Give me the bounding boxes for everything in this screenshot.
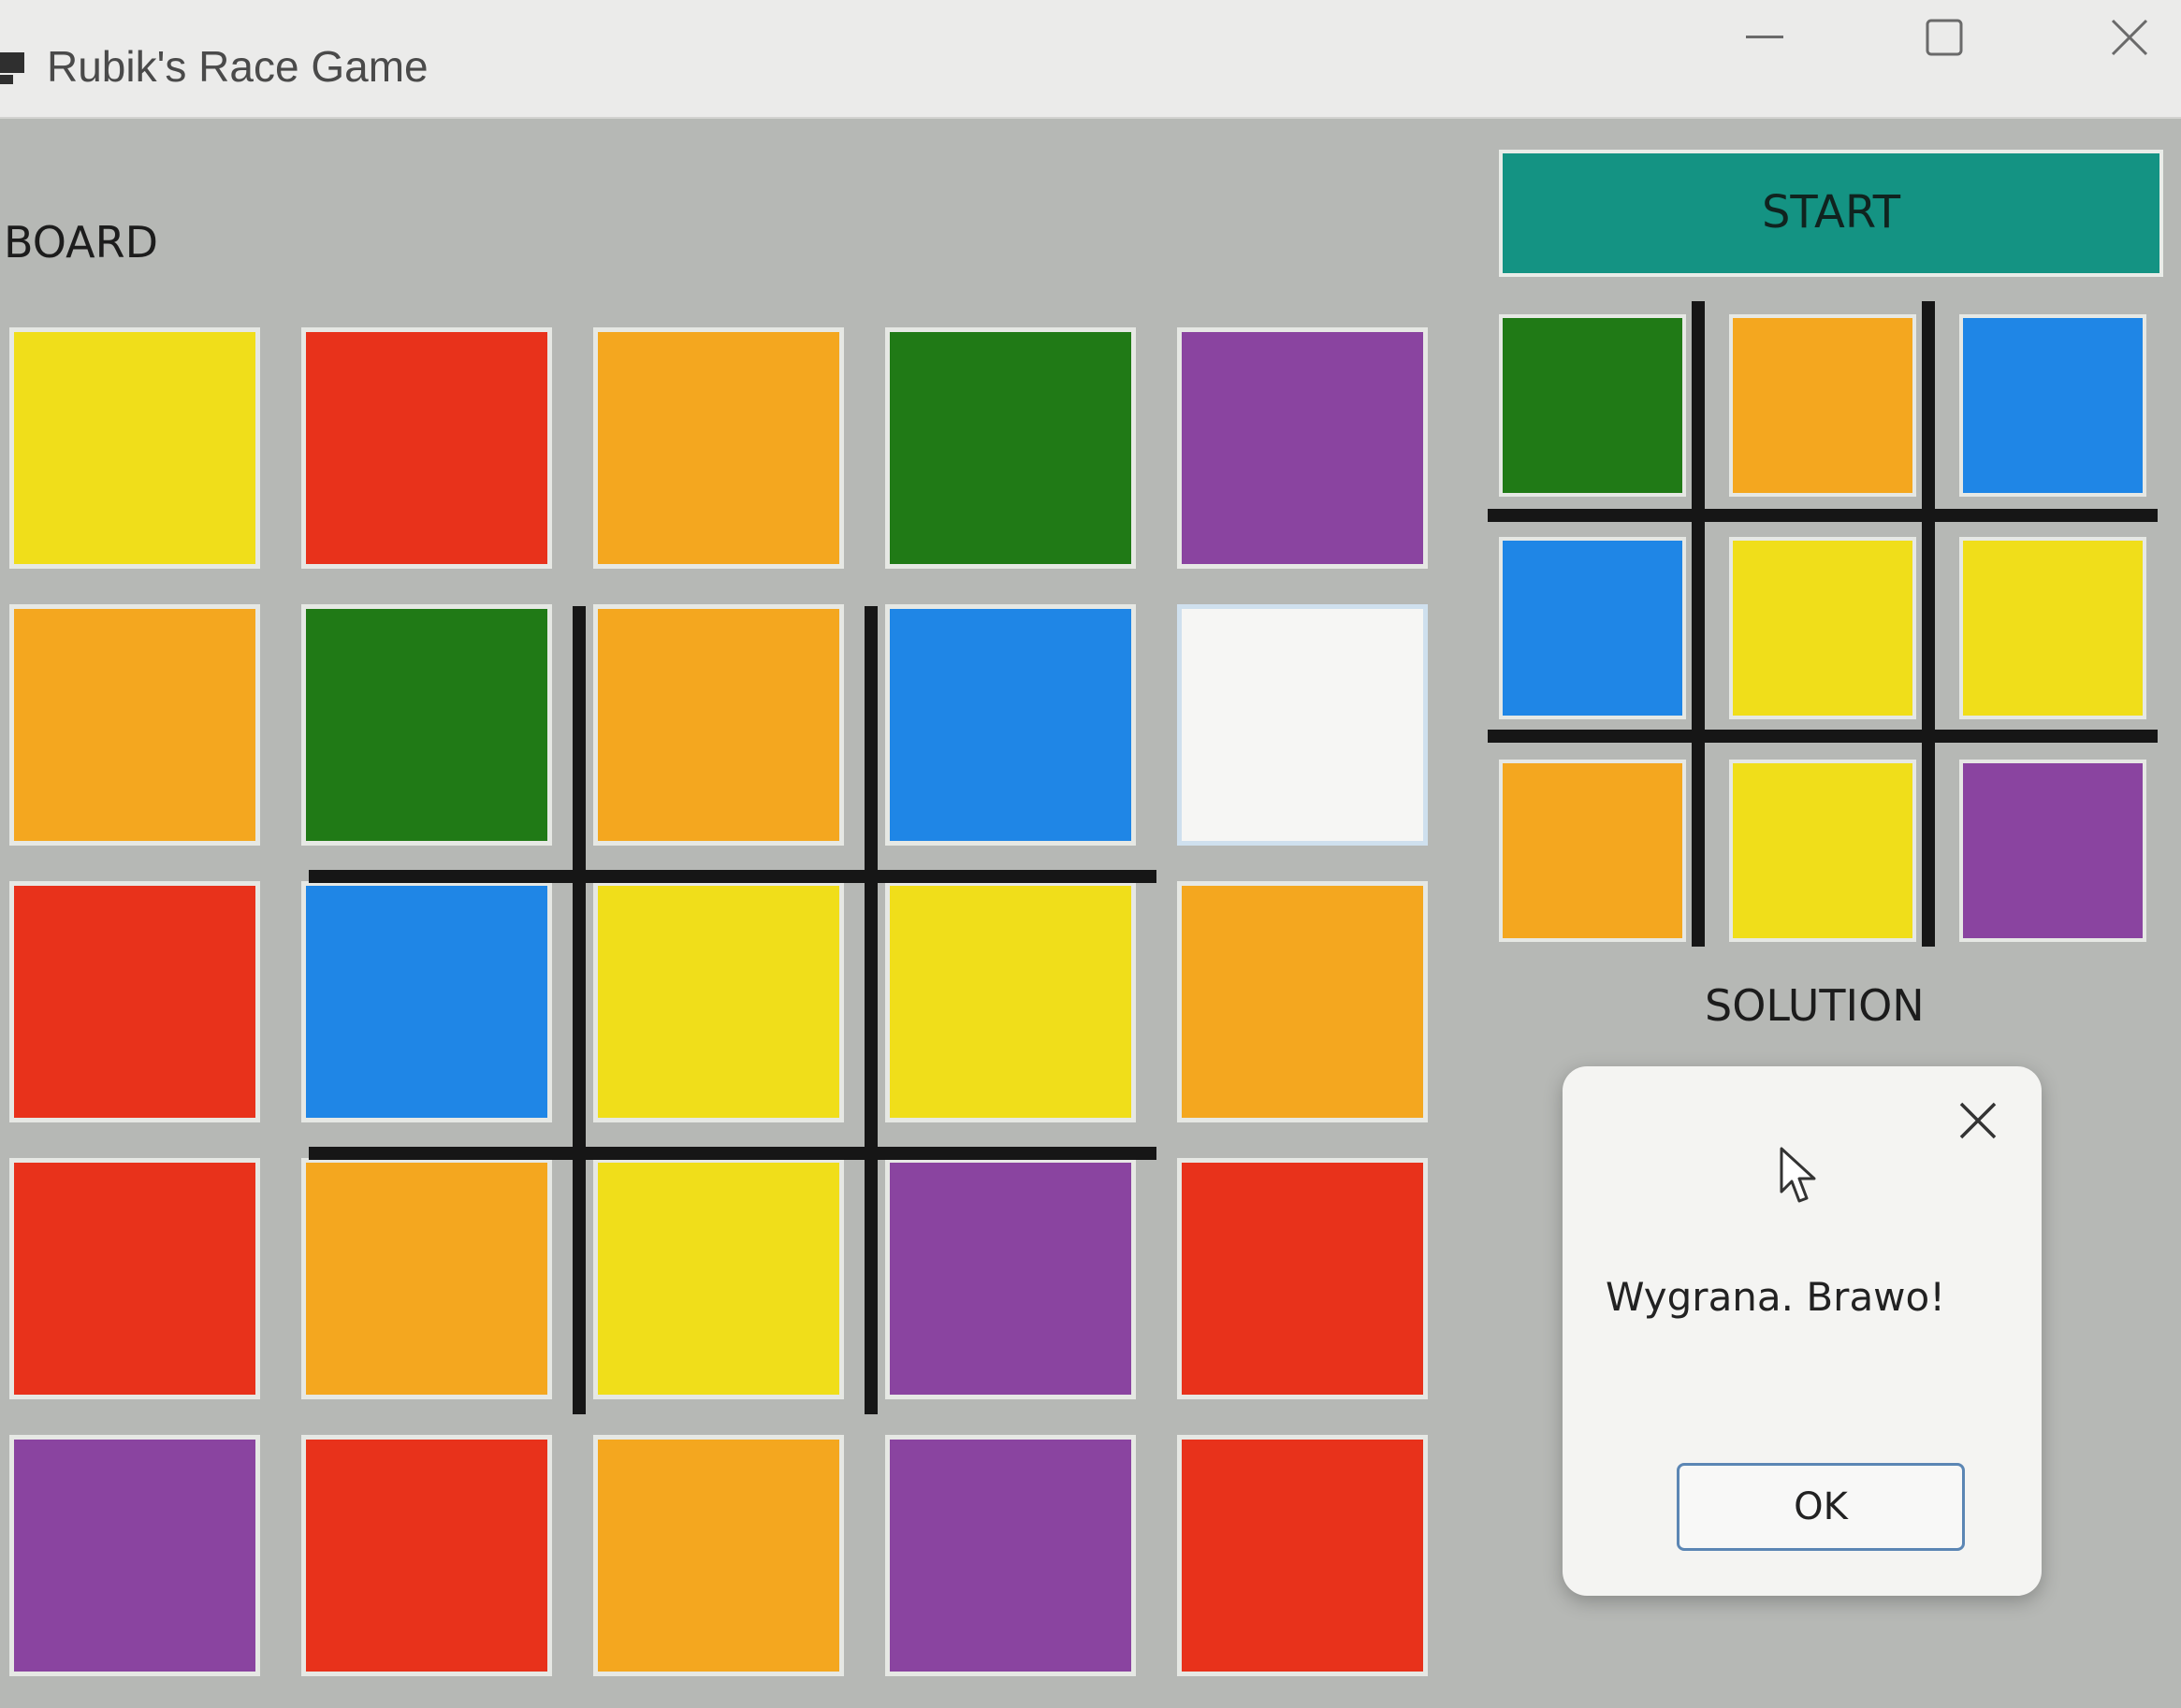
maximize-button[interactable] (1869, 0, 2019, 75)
board-tile-orange[interactable] (593, 604, 844, 846)
board-tile-blue[interactable] (885, 604, 1136, 846)
solution-tile-yellow (1959, 537, 2146, 719)
board-tile-orange[interactable] (1177, 881, 1428, 1122)
solution-grid-line (1692, 301, 1705, 947)
solution-tile-yellow (1729, 537, 1916, 719)
ok-button[interactable]: OK (1677, 1463, 1965, 1551)
maximize-icon (1926, 19, 1963, 56)
board-tile-purple[interactable] (885, 1435, 1136, 1676)
dialog-message: Wygrana. Brawo! (1606, 1274, 1946, 1320)
board-tile-orange[interactable] (301, 1158, 552, 1399)
win-dialog: Wygrana. Brawo! OK (1563, 1066, 2042, 1596)
board-tile-yellow[interactable] (885, 881, 1136, 1122)
solution-tile-orange (1729, 314, 1916, 497)
board-tile-red[interactable] (9, 1158, 260, 1399)
board-label: BOARD (4, 217, 158, 268)
solution-tile-blue (1959, 314, 2146, 497)
board-tile-blue[interactable] (301, 881, 552, 1122)
board-tile-purple[interactable] (1177, 327, 1428, 569)
board-grid-line (309, 870, 1156, 883)
board-tile-red[interactable] (9, 881, 260, 1122)
board-tile-red[interactable] (301, 327, 552, 569)
board-tile-empty[interactable] (1177, 604, 1428, 846)
board-tile-yellow[interactable] (593, 1158, 844, 1399)
solution-tile-blue (1499, 537, 1686, 719)
board-tile-orange[interactable] (9, 604, 260, 846)
board-tile-orange[interactable] (593, 1435, 844, 1676)
board-tile-purple[interactable] (885, 1158, 1136, 1399)
solution-tile-green (1499, 314, 1686, 497)
minimize-icon (1746, 36, 1783, 38)
board-tile-yellow[interactable] (593, 881, 844, 1122)
board-tile-yellow[interactable] (9, 327, 260, 569)
close-window-button[interactable] (2055, 0, 2181, 75)
board-tile-green[interactable] (301, 604, 552, 846)
solution-label: SOLUTION (1705, 980, 1925, 1031)
app-icon (0, 52, 24, 84)
mouse-cursor-icon (1780, 1147, 1816, 1203)
minimize-button[interactable] (1690, 0, 1839, 75)
board-tile-red[interactable] (1177, 1435, 1428, 1676)
board-tile-green[interactable] (885, 327, 1136, 569)
solution-tile-orange (1499, 760, 1686, 942)
board-tile-red[interactable] (1177, 1158, 1428, 1399)
board-tile-red[interactable] (301, 1435, 552, 1676)
solution-grid-line (1922, 301, 1935, 947)
board-tile-purple[interactable] (9, 1435, 260, 1676)
solution-tile-yellow (1729, 760, 1916, 942)
solution-grid-line (1488, 730, 2158, 743)
window-title: Rubik's Race Game (47, 42, 429, 91)
close-icon (2111, 19, 2148, 56)
app-window: Rubik's Race Game BOARD START SOLUTION W… (0, 0, 2181, 1708)
title-bar: Rubik's Race Game (0, 0, 2181, 119)
solution-grid-line (1488, 509, 2158, 522)
solution-tile-purple (1959, 760, 2146, 942)
board-tile-orange[interactable] (593, 327, 844, 569)
board-grid-line (573, 606, 586, 1414)
dialog-close-button[interactable] (1956, 1098, 2000, 1143)
board-grid-line (865, 606, 878, 1414)
start-button[interactable]: START (1499, 150, 2163, 277)
close-icon (1959, 1102, 1997, 1139)
board-grid-line (309, 1147, 1156, 1160)
